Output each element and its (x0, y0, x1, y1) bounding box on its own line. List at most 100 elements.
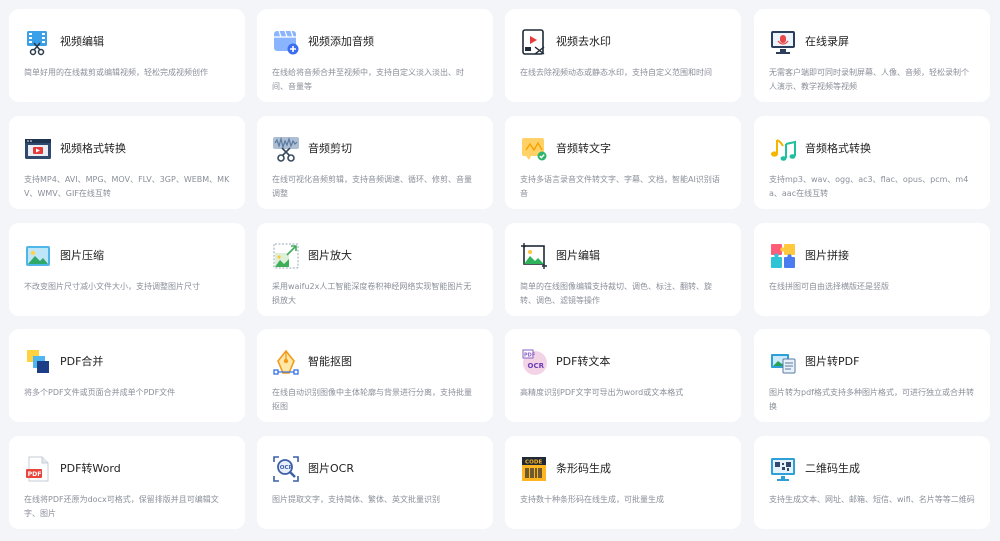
tool-card-header: PDF OCR PDF转文本 (520, 347, 727, 377)
qrcode-icon (769, 455, 797, 483)
tool-title: 图片压缩 (60, 249, 104, 262)
tool-title: 视频添加音频 (308, 35, 374, 48)
tool-card-header: 音频格式转换 (769, 134, 976, 164)
smart-cutout-icon (272, 348, 300, 376)
video-watermark-icon (520, 28, 548, 56)
tool-card-header: 视频添加音频 (272, 27, 479, 57)
video-add-audio-icon (272, 28, 300, 56)
tool-card-header: 视频编辑 (24, 27, 231, 57)
tool-description: 图片转为pdf格式支持多种图片格式，可进行独立或合并转换 (769, 388, 974, 411)
tool-card-header: 图片编辑 (520, 241, 727, 271)
tool-description: 无需客户端即可同时录制屏幕、人像、音频，轻松录制个人演示、教学视频等视频 (769, 68, 969, 91)
tool-title: 音频转文字 (556, 142, 611, 155)
tool-card-header: 图片压缩 (24, 241, 231, 271)
video-edit-icon (24, 28, 52, 56)
tool-card-header: PDF PDF转Word (24, 454, 231, 484)
svg-text:CODE: CODE (525, 460, 543, 466)
svg-text:PDF: PDF (28, 471, 42, 478)
tool-card-image-compress[interactable]: 图片压缩不改变图片尺寸减小文件大小，支持调整图片尺寸 (9, 223, 245, 316)
tool-description: 支持MP4、AVI、MPG、MOV、FLV、3GP、WEBM、MKV、WMV、G… (24, 175, 230, 198)
tool-card-audio-cut[interactable]: 音频剪切在线可视化音频剪辑，支持音频调速、循环、修剪、音量调整 (257, 116, 493, 209)
barcode-icon: CODE (520, 455, 548, 483)
tool-grid: 视频编辑 简单好用的在线裁剪或编辑视频，轻松完成视频创作 视频添加音频 在线给将音频合… (0, 0, 1000, 541)
tool-title: PDF合并 (60, 355, 104, 368)
tool-title: 图片OCR (308, 462, 354, 475)
tool-card-image-edit[interactable]: 图片编辑简单的在线图像编辑支持裁切、调色、标注、翻转、旋转、调色、滤镜等操作 (505, 223, 741, 316)
tool-description: 支持多语言录音文件转文字、字幕、文档，智能AI识别语音 (520, 175, 720, 198)
tool-title: 在线录屏 (805, 35, 849, 48)
tool-card-image-ocr[interactable]: OCR 图片OCR 图片提取文字，支持简体、繁体、英文批量识别 (257, 436, 493, 529)
tool-card-header: 图片转PDF (769, 347, 976, 377)
tool-description: 在线可视化音频剪辑，支持音频调速、循环、修剪、音量调整 (272, 175, 472, 198)
image-edit-icon (520, 242, 548, 270)
tool-card-header: CODE 条形码生成 (520, 454, 727, 484)
tool-card-image-to-pdf[interactable]: 图片转PDF 图片转为pdf格式支持多种图片格式，可进行独立或合并转换 (754, 329, 990, 422)
image-splice-icon (769, 242, 797, 270)
audio-cut-icon (272, 135, 300, 163)
tool-title: 图片放大 (308, 249, 352, 262)
tool-title: 智能抠图 (308, 355, 352, 368)
tool-title: 二维码生成 (805, 462, 860, 475)
image-to-pdf-icon (769, 348, 797, 376)
image-compress-icon (24, 242, 52, 270)
tool-title: 图片编辑 (556, 249, 600, 262)
tool-card-qrcode[interactable]: 二维码生成支持生成文本、网址、邮箱、短信、wifi、名片等等二维码 (754, 436, 990, 529)
tool-card-barcode[interactable]: CODE 条形码生成支持数十种条形码在线生成，可批量生成 (505, 436, 741, 529)
tool-card-header: OCR 图片OCR (272, 454, 479, 484)
tool-description: 简单的在线图像编辑支持裁切、调色、标注、翻转、旋转、调色、滤镜等操作 (520, 282, 712, 305)
tool-card-image-enlarge[interactable]: 图片放大采用waifu2x人工智能深度卷积神经网络实现智能图片无损放大 (257, 223, 493, 316)
tool-card-smart-cutout[interactable]: 智能抠图在线自动识别图像中主体轮廓与背景进行分离，支持批量抠图 (257, 329, 493, 422)
tool-card-header: 视频去水印 (520, 27, 727, 57)
tool-title: 视频格式转换 (60, 142, 126, 155)
tool-title: PDF转Word (60, 462, 121, 475)
tool-description: 支持mp3、wav、ogg、ac3、flac、opus、pcm、m4a、aac在… (769, 175, 969, 198)
tool-card-video-add-audio[interactable]: 视频添加音频在线给将音频合并至视频中，支持自定义淡入淡出、时间、音量等 (257, 9, 493, 102)
audio-to-text-icon (520, 135, 548, 163)
tool-card-video-convert[interactable]: 视频格式转换支持MP4、AVI、MPG、MOV、FLV、3GP、WEBM、MKV… (9, 116, 245, 209)
tool-card-video-watermark[interactable]: 视频去水印 在线去除视频动态或静态水印，支持自定义范围和时间 (505, 9, 741, 102)
tool-title: 音频剪切 (308, 142, 352, 155)
tool-card-header: 音频剪切 (272, 134, 479, 164)
tool-card-pdf-merge[interactable]: PDF合并将多个PDF文件或页面合并成单个PDF文件 (9, 329, 245, 422)
pdf-to-text-icon: PDF OCR (520, 348, 548, 376)
tool-card-header: 在线录屏 (769, 27, 976, 57)
image-ocr-icon: OCR (272, 455, 300, 483)
tool-card-header: 智能抠图 (272, 347, 479, 377)
tool-description: 将多个PDF文件或页面合并成单个PDF文件 (24, 388, 176, 397)
video-convert-icon (24, 135, 52, 163)
tool-card-header: PDF合并 (24, 347, 231, 377)
tool-card-screen-record[interactable]: 在线录屏无需客户端即可同时录制屏幕、人像、音频，轻松录制个人演示、教学视频等视频 (754, 9, 990, 102)
pdf-merge-icon (24, 348, 52, 376)
tool-card-header: 视频格式转换 (24, 134, 231, 164)
tool-description: 在线自动识别图像中主体轮廓与背景进行分离，支持批量抠图 (272, 388, 472, 411)
tool-card-audio-convert[interactable]: 音频格式转换支持mp3、wav、ogg、ac3、flac、opus、pcm、m4… (754, 116, 990, 209)
tool-card-pdf-to-word[interactable]: PDF PDF转Word 在线将PDF还原为docx可格式，保留排版并且可编辑文字、… (9, 436, 245, 529)
tool-card-header: 图片放大 (272, 241, 479, 271)
tool-description: 支持数十种条形码在线生成，可批量生成 (520, 495, 664, 504)
tool-description: 图片提取文字，支持简体、繁体、英文批量识别 (272, 495, 440, 504)
tool-title: 图片拼接 (805, 249, 849, 262)
tool-description: 采用waifu2x人工智能深度卷积神经网络实现智能图片无损放大 (272, 282, 472, 305)
tool-card-header: 音频转文字 (520, 134, 727, 164)
tool-card-audio-to-text[interactable]: 音频转文字支持多语言录音文件转文字、字幕、文档，智能AI识别语音 (505, 116, 741, 209)
tool-description: 不改变图片尺寸减小文件大小，支持调整图片尺寸 (24, 282, 200, 291)
screen-record-icon (769, 28, 797, 56)
tool-description: 在线拼图可自由选择横版还是竖版 (769, 282, 889, 291)
tool-card-video-edit[interactable]: 视频编辑简单好用的在线裁剪或编辑视频，轻松完成视频创作 (9, 9, 245, 102)
tool-description: 在线将PDF还原为docx可格式，保留排版并且可编辑文字、图片 (24, 495, 219, 518)
tool-description: 支持生成文本、网址、邮箱、短信、wifi、名片等等二维码 (769, 495, 975, 504)
tool-card-header: 图片拼接 (769, 241, 976, 271)
svg-text:OCR: OCR (280, 465, 294, 471)
tool-title: 视频编辑 (60, 35, 104, 48)
tool-card-pdf-to-text[interactable]: PDF OCR PDF转文本 高精度识别PDF文字可导出为word或文本格式 (505, 329, 741, 422)
svg-text:PDF: PDF (524, 352, 535, 358)
tool-description: 在线给将音频合并至视频中，支持自定义淡入淡出、时间、音量等 (272, 68, 464, 91)
tool-title: 视频去水印 (556, 35, 611, 48)
svg-text:OCR: OCR (528, 362, 545, 370)
tool-card-header: 二维码生成 (769, 454, 976, 484)
image-enlarge-icon (272, 242, 300, 270)
tool-description: 高精度识别PDF文字可导出为word或文本格式 (520, 388, 684, 397)
tool-title: 图片转PDF (805, 355, 860, 368)
tool-description: 简单好用的在线裁剪或编辑视频，轻松完成视频创作 (24, 68, 208, 77)
tool-card-image-splice[interactable]: 图片拼接在线拼图可自由选择横版还是竖版 (754, 223, 990, 316)
